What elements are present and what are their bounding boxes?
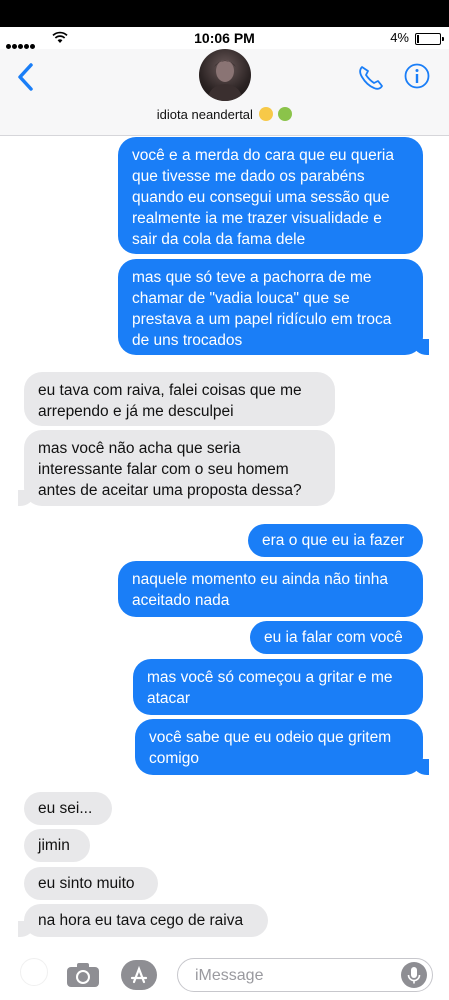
- back-chevron-icon[interactable]: [12, 57, 42, 97]
- sent-message-bubble[interactable]: era o que eu ia fazer: [248, 524, 423, 557]
- phone-icon[interactable]: [356, 63, 386, 93]
- received-message-bubble[interactable]: na hora eu tava cego de raiva: [18, 904, 268, 937]
- received-message-bubble[interactable]: eu tava com raiva, falei coisas que me a…: [24, 372, 335, 426]
- imessage-input[interactable]: iMessage: [177, 958, 433, 992]
- microphone-icon[interactable]: [401, 962, 427, 988]
- sent-message-bubble[interactable]: mas que só teve a pachorra de me chamar …: [118, 259, 429, 355]
- app-store-icon[interactable]: [121, 960, 157, 990]
- faded-circle-icon: [20, 958, 48, 986]
- received-message-bubble[interactable]: jimin: [24, 829, 90, 862]
- flushed-face-emoji-icon: [258, 107, 273, 121]
- sent-message-bubble[interactable]: você sabe que eu odeio que gritem comigo: [135, 719, 429, 775]
- sent-message-bubble[interactable]: mas você só começou a gritar e me atacar: [133, 659, 423, 715]
- sent-message-bubble[interactable]: você e a merda do cara que eu queria que…: [118, 137, 423, 254]
- status-time: 10:06 PM: [194, 30, 255, 46]
- conversation-header: idiota neandertal: [0, 49, 449, 136]
- camera-icon[interactable]: [66, 962, 100, 988]
- status-bar: 10:06 PM 4%: [0, 27, 449, 49]
- received-message-bubble[interactable]: mas você não acha que seria interessante…: [18, 430, 335, 506]
- nauseated-face-emoji-icon: [278, 107, 293, 121]
- received-message-bubble[interactable]: eu sei...: [24, 792, 112, 825]
- info-icon[interactable]: [404, 63, 430, 89]
- received-message-bubble[interactable]: eu sinto muito: [24, 867, 158, 900]
- battery-percent: 4%: [390, 30, 409, 45]
- contact-name[interactable]: idiota neandertal: [0, 107, 449, 122]
- contact-avatar[interactable]: [199, 49, 251, 101]
- top-black-bar: [0, 0, 449, 27]
- imessage-placeholder: iMessage: [195, 967, 264, 984]
- message-composer: iMessage: [0, 948, 449, 1000]
- contact-name-text: idiota neandertal: [156, 107, 253, 122]
- sent-message-bubble[interactable]: eu ia falar com você: [250, 621, 423, 654]
- battery-icon: [415, 33, 444, 45]
- sent-message-bubble[interactable]: naquele momento eu ainda não tinha aceit…: [118, 561, 423, 617]
